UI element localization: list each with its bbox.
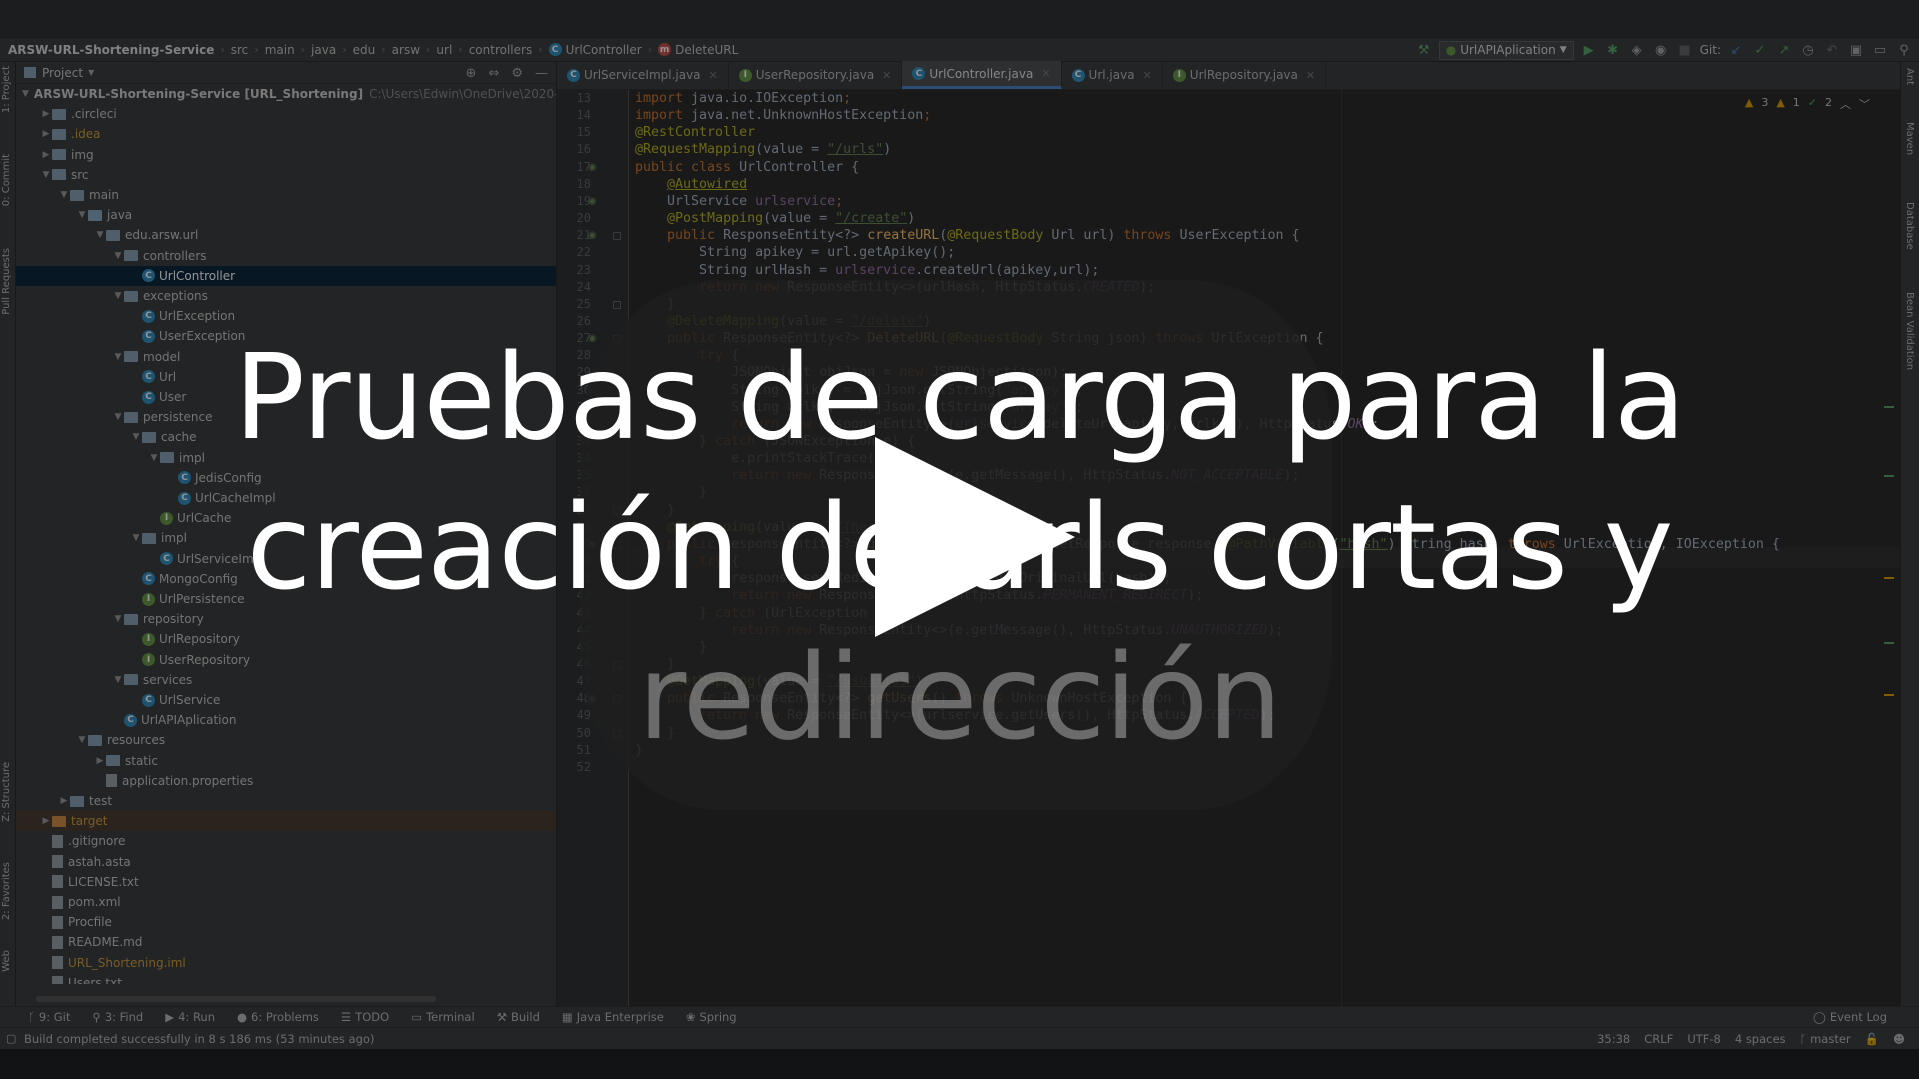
video-title: Pruebas de carga para la creación de url… bbox=[0, 322, 1919, 772]
screen: ARSW-URL-Shortening-Service › src › main › jav… bbox=[0, 0, 1919, 1079]
video-title-line-3: redirección bbox=[637, 628, 1282, 766]
video-title-line-2: creación de urls cortas y bbox=[246, 478, 1674, 616]
video-title-line-1: Pruebas de carga para la bbox=[233, 328, 1686, 466]
